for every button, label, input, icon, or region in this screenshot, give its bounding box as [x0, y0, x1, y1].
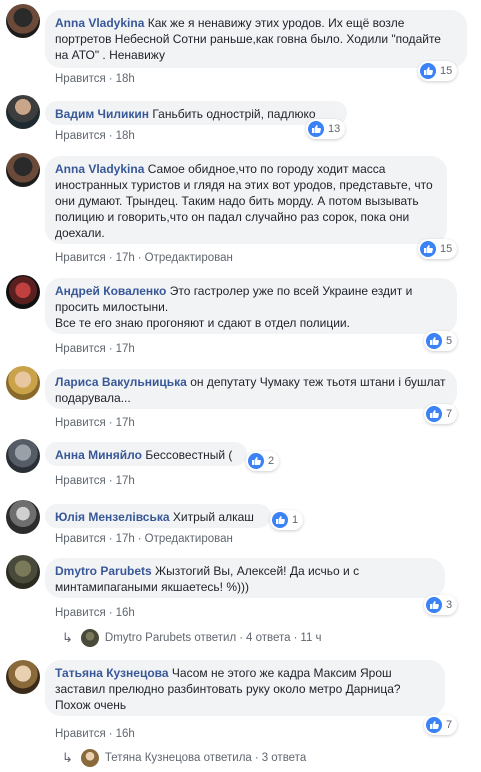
edited-label[interactable]: Отредактирован	[145, 252, 233, 264]
comment-author[interactable]: Anna Vladykina	[55, 162, 144, 176]
reaction-count[interactable]: 7	[424, 715, 458, 735]
like-link[interactable]: Нравится	[55, 607, 106, 619]
comment-text: Бессовестный (	[145, 448, 233, 462]
comment-time[interactable]: 17h	[116, 475, 135, 487]
comment-text: Хитрый алкаш	[172, 510, 254, 524]
thumbs-up-icon	[426, 597, 442, 613]
comment-bubble: Татьяна Кузнецова Часом не этого же кадр…	[45, 660, 445, 716]
comment-author[interactable]: Anna Vladykina	[55, 16, 144, 30]
like-link[interactable]: Нравится	[55, 533, 106, 545]
comment-author[interactable]: Лариса Вакульницька	[55, 375, 187, 389]
reaction-count[interactable]: 2	[246, 451, 280, 471]
comment-time[interactable]: 17h	[116, 533, 135, 545]
avatar[interactable]	[6, 500, 40, 534]
reaction-count[interactable]: 5	[424, 331, 458, 351]
avatar[interactable]	[6, 660, 40, 694]
comment-time[interactable]: 16h	[116, 607, 135, 619]
reply-arrow-icon: ↳	[62, 630, 73, 645]
comment-meta: Нравится · 17h	[55, 343, 135, 355]
reaction-number: 1	[292, 514, 299, 526]
avatar	[80, 629, 99, 647]
reaction-count[interactable]: 13	[306, 119, 346, 139]
comment-bubble: Юлія Мензелівська Хитрый алкаш	[45, 504, 271, 528]
comment-time[interactable]: 18h	[116, 130, 135, 142]
reaction-number: 15	[440, 243, 453, 255]
comment-text: Ганьбить однострій, падлюко	[152, 107, 316, 121]
reaction-count[interactable]: 3	[424, 595, 458, 615]
reaction-number: 15	[440, 65, 453, 77]
reaction-count[interactable]: 15	[418, 239, 458, 259]
comment-time[interactable]: 17h	[116, 252, 135, 264]
comment-meta: Нравится · 17h	[55, 475, 135, 487]
comment-author[interactable]: Вадим Чиликин	[55, 107, 149, 121]
reply-count[interactable]: 4 ответа	[246, 632, 291, 644]
like-link[interactable]: Нравится	[55, 343, 106, 355]
avatar[interactable]	[6, 153, 40, 187]
comment-author[interactable]: Андрей Коваленко	[55, 284, 166, 298]
like-link[interactable]: Нравится	[55, 417, 106, 429]
thumbs-up-icon	[248, 453, 264, 469]
avatar[interactable]	[6, 366, 40, 400]
avatar[interactable]	[6, 555, 40, 589]
edited-label[interactable]: Отредактирован	[145, 533, 233, 545]
reaction-number: 7	[446, 408, 453, 420]
reaction-count[interactable]: 15	[418, 61, 458, 81]
comment-time[interactable]: 17h	[116, 417, 135, 429]
thumbs-up-icon	[308, 121, 324, 137]
comment-meta: Нравится · 17h · Отредактирован	[55, 252, 233, 264]
comment-bubble: Андрей Коваленко Это гастролер уже по вс…	[45, 278, 457, 334]
reaction-count[interactable]: 1	[270, 510, 304, 530]
thumbs-up-icon	[426, 406, 442, 422]
thumbs-up-icon	[426, 333, 442, 349]
like-link[interactable]: Нравится	[55, 728, 106, 740]
like-link[interactable]: Нравится	[55, 130, 106, 142]
comment-bubble: Anna Vladykina Самое обидное,что по горо…	[45, 156, 447, 244]
reaction-number: 3	[446, 599, 453, 611]
like-link[interactable]: Нравится	[55, 252, 106, 264]
reply-arrow-icon: ↳	[62, 750, 73, 765]
reply-author[interactable]: Тетяна Кузнецова ответила	[105, 752, 252, 764]
avatar	[80, 749, 99, 767]
comment-meta: Нравится · 17h	[55, 417, 135, 429]
comment-bubble: Анна Миняйло Бессовестный (	[45, 442, 247, 466]
like-link[interactable]: Нравится	[55, 73, 106, 85]
thumbs-up-icon	[272, 512, 288, 528]
reaction-number: 13	[328, 123, 341, 135]
comment-meta: Нравится · 17h · Отредактирован	[55, 533, 233, 545]
thumbs-up-icon	[420, 63, 436, 79]
comment-bubble: Dmytro Parubets Жызтогий Вы, Алексей! Да…	[45, 558, 445, 598]
avatar[interactable]	[6, 439, 40, 473]
reaction-count[interactable]: 7	[424, 404, 458, 424]
comment-author[interactable]: Анна Миняйло	[55, 448, 142, 462]
comment-bubble: Anna Vladykina Как же я ненавижу этих ур…	[45, 10, 467, 68]
reply-author[interactable]: Dmytro Parubets ответил	[105, 632, 236, 644]
thumbs-up-icon	[426, 717, 442, 733]
comment-time[interactable]: 17h	[116, 343, 135, 355]
comment-time[interactable]: 18h	[116, 73, 135, 85]
comment-author[interactable]: Dmytro Parubets	[55, 564, 152, 578]
comment-time[interactable]: 16h	[116, 728, 135, 740]
replies-link[interactable]: ↳ Dmytro Parubets ответил · 4 ответа · 11 ч	[62, 629, 322, 647]
avatar[interactable]	[6, 275, 40, 309]
comment-meta: Нравится · 16h	[55, 728, 135, 740]
comment-author[interactable]: Юлія Мензелівська	[55, 510, 170, 524]
comment-meta: Нравится · 18h	[55, 73, 135, 85]
comment-meta: Нравится · 16h	[55, 607, 135, 619]
reply-count[interactable]: 3 ответа	[262, 752, 307, 764]
reaction-number: 5	[446, 335, 453, 347]
comment-bubble: Лариса Вакульницька он депутату Чумаку т…	[45, 369, 457, 409]
like-link[interactable]: Нравится	[55, 475, 106, 487]
comment-meta: Нравится · 18h	[55, 130, 135, 142]
avatar[interactable]	[6, 4, 40, 38]
reply-time: 11 ч	[300, 632, 322, 644]
comment-author[interactable]: Татьяна Кузнецова	[55, 666, 169, 680]
reaction-number: 2	[268, 455, 275, 467]
replies-link[interactable]: ↳ Тетяна Кузнецова ответила · 3 ответа	[62, 749, 306, 767]
thumbs-up-icon	[420, 241, 436, 257]
reaction-number: 7	[446, 719, 453, 731]
comment-bubble: Вадим Чиликин Ганьбить однострій, падлюк…	[45, 101, 347, 125]
avatar[interactable]	[6, 95, 40, 129]
